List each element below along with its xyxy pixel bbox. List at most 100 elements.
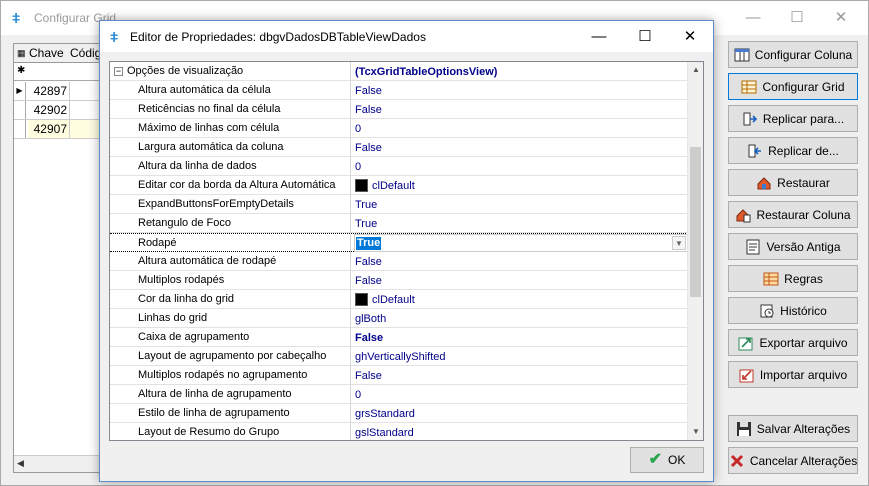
property-value[interactable]: 0 [352, 157, 688, 176]
cell-chave[interactable]: 42897 [28, 82, 70, 100]
property-row[interactable]: Altura de linha de agrupamento 0 [110, 385, 688, 404]
configure-column-label: Configurar Coluna [754, 47, 853, 62]
property-value[interactable]: ghVerticallyShifted [352, 347, 688, 366]
property-value-text: clDefault [372, 293, 415, 306]
check-icon: ✔ [648, 451, 663, 468]
property-name: Reticências no final da célula [110, 100, 351, 119]
property-row[interactable]: Cor da linha do grid clDefault [110, 290, 688, 309]
grid-header: ▦ Chave Códig [14, 44, 102, 63]
scroll-left-icon[interactable]: ◀ [17, 458, 24, 469]
property-row[interactable]: Largura automática da coluna False [110, 138, 688, 157]
property-value[interactable]: gslStandard [352, 423, 688, 440]
old-version-label: Versão Antiga [766, 239, 841, 254]
property-row[interactable]: Linhas do grid glBoth [110, 309, 688, 328]
property-value[interactable]: glBoth [352, 309, 688, 328]
cell-chave[interactable]: 42902 [28, 101, 70, 119]
property-row[interactable]: Altura automática de rodapé False [110, 252, 688, 271]
chevron-down-icon[interactable]: ▼ [672, 236, 686, 250]
old-version-icon [745, 239, 761, 255]
dialog-minimize-button[interactable]: — [576, 21, 622, 52]
property-value[interactable]: False [352, 366, 688, 385]
replicate-from-label: Replicar de... [768, 143, 839, 158]
table-row[interactable]: ▶ 42897 [14, 82, 102, 101]
vertical-scrollbar[interactable]: ▲ ▼ [687, 62, 703, 440]
property-value[interactable]: False [352, 100, 688, 119]
scroll-up-icon[interactable]: ▲ [688, 62, 703, 78]
property-editor-dialog: ǂ Editor de Propriedades: dbgvDadosDBTab… [99, 20, 714, 482]
dialog-close-button[interactable]: ✕ [667, 21, 713, 52]
property-value[interactable]: True [352, 214, 688, 233]
minimize-button[interactable]: — [730, 1, 776, 35]
property-value[interactable]: clDefault [352, 176, 688, 195]
property-row[interactable]: Editar cor da borda da Altura Automática… [110, 176, 688, 195]
cell-chave[interactable]: 42907 [28, 120, 70, 138]
column-header-codigo[interactable]: Códig [70, 46, 101, 60]
replicate-to-button[interactable]: Replicar para... [728, 105, 858, 132]
app-icon: ǂ [110, 29, 119, 45]
property-row[interactable]: Altura da linha de dados 0 [110, 157, 688, 176]
property-name: Layout de agrupamento por cabeçalho [110, 347, 351, 366]
columns-icon [734, 47, 750, 63]
collapse-icon[interactable]: − [114, 66, 123, 76]
grid-filter-row[interactable]: ✱ [14, 63, 102, 81]
property-value-text: 0 [355, 122, 362, 135]
property-value[interactable]: False [352, 138, 688, 157]
property-row[interactable]: Multiplos rodapés False [110, 271, 688, 290]
history-button[interactable]: Histórico [728, 297, 858, 324]
data-grid[interactable]: ▦ Chave Códig ✱ ▶ 42897 42902 42907 ◀ [13, 43, 103, 473]
restore-column-button[interactable]: Restaurar Coluna [728, 201, 858, 228]
configure-column-button[interactable]: Configurar Coluna [728, 41, 858, 68]
property-row[interactable]: Retangulo de Foco True [110, 214, 688, 233]
property-row[interactable]: Máximo de linhas com célula 0 [110, 119, 688, 138]
property-row[interactable]: Layout de agrupamento por cabeçalho ghVer… [110, 347, 688, 366]
property-value[interactable]: True [352, 195, 688, 214]
old-version-button[interactable]: Versão Antiga [728, 233, 858, 260]
property-grid[interactable]: − Opções de visualização (TcxGridTableOpti… [109, 61, 704, 441]
configure-grid-button[interactable]: Configurar Grid [728, 73, 858, 100]
dialog-maximize-button[interactable]: ☐ [622, 21, 668, 52]
horizontal-scrollbar[interactable]: ◀ [14, 455, 102, 472]
close-button[interactable]: ✕ [818, 1, 864, 35]
property-value[interactable]: False [352, 81, 688, 100]
property-row[interactable]: ExpandButtonsForEmptyDetails True [110, 195, 688, 214]
column-header-chave[interactable]: Chave [29, 46, 64, 60]
property-row[interactable]: Rodapé True ▼ [110, 233, 688, 253]
property-value-selected-text[interactable]: True [356, 237, 382, 250]
import-file-button[interactable]: Importar arquivo [728, 361, 858, 388]
property-name: Altura da linha de dados [110, 157, 351, 176]
save-changes-button[interactable]: Salvar Alterações [728, 415, 858, 442]
replicate-from-button[interactable]: Replicar de... [728, 137, 858, 164]
property-value-text: True [355, 198, 378, 211]
property-value-text: glBoth [355, 312, 387, 325]
property-value[interactable]: False [352, 271, 688, 290]
property-value[interactable]: True ▼ [352, 234, 688, 253]
property-value[interactable]: False [352, 252, 688, 271]
property-row[interactable]: Altura automática da célula False [110, 81, 688, 100]
scrollbar-thumb[interactable] [690, 147, 701, 297]
property-name: ExpandButtonsForEmptyDetails [110, 195, 351, 214]
property-value[interactable]: grsStandard [352, 404, 688, 423]
table-row[interactable]: 42902 [14, 101, 102, 120]
scroll-down-icon[interactable]: ▼ [688, 424, 703, 440]
save-icon [736, 421, 752, 437]
rules-button[interactable]: Regras [728, 265, 858, 292]
property-value-editor[interactable]: True ▼ [354, 234, 688, 252]
property-value[interactable]: 0 [352, 385, 688, 404]
property-row[interactable]: Reticências no final da célula False [110, 100, 688, 119]
history-icon [759, 303, 775, 319]
maximize-button[interactable]: ☐ [774, 1, 820, 35]
restore-button[interactable]: Restaurar [728, 169, 858, 196]
cancel-changes-button[interactable]: Cancelar Alterações [728, 447, 858, 474]
property-row[interactable]: Multiplos rodapés no agrupamento False [110, 366, 688, 385]
property-group-row[interactable]: − Opções de visualização (TcxGridTableOpti… [110, 62, 688, 81]
ok-button[interactable]: ✔ OK [630, 447, 704, 473]
property-value[interactable]: 0 [352, 119, 688, 138]
table-row[interactable]: 42907 [14, 120, 102, 139]
property-row[interactable]: Estilo de linha de agrupamento grsStandar… [110, 404, 688, 423]
property-value[interactable]: clDefault [352, 290, 688, 309]
property-row[interactable]: Caixa de agrupamento False [110, 328, 688, 347]
property-value[interactable]: False [352, 328, 688, 347]
export-file-button[interactable]: Exportar arquivo [728, 329, 858, 356]
property-row[interactable]: Layout de Resumo do Grupo gslStandard [110, 423, 688, 440]
property-value-text: False [355, 369, 382, 382]
